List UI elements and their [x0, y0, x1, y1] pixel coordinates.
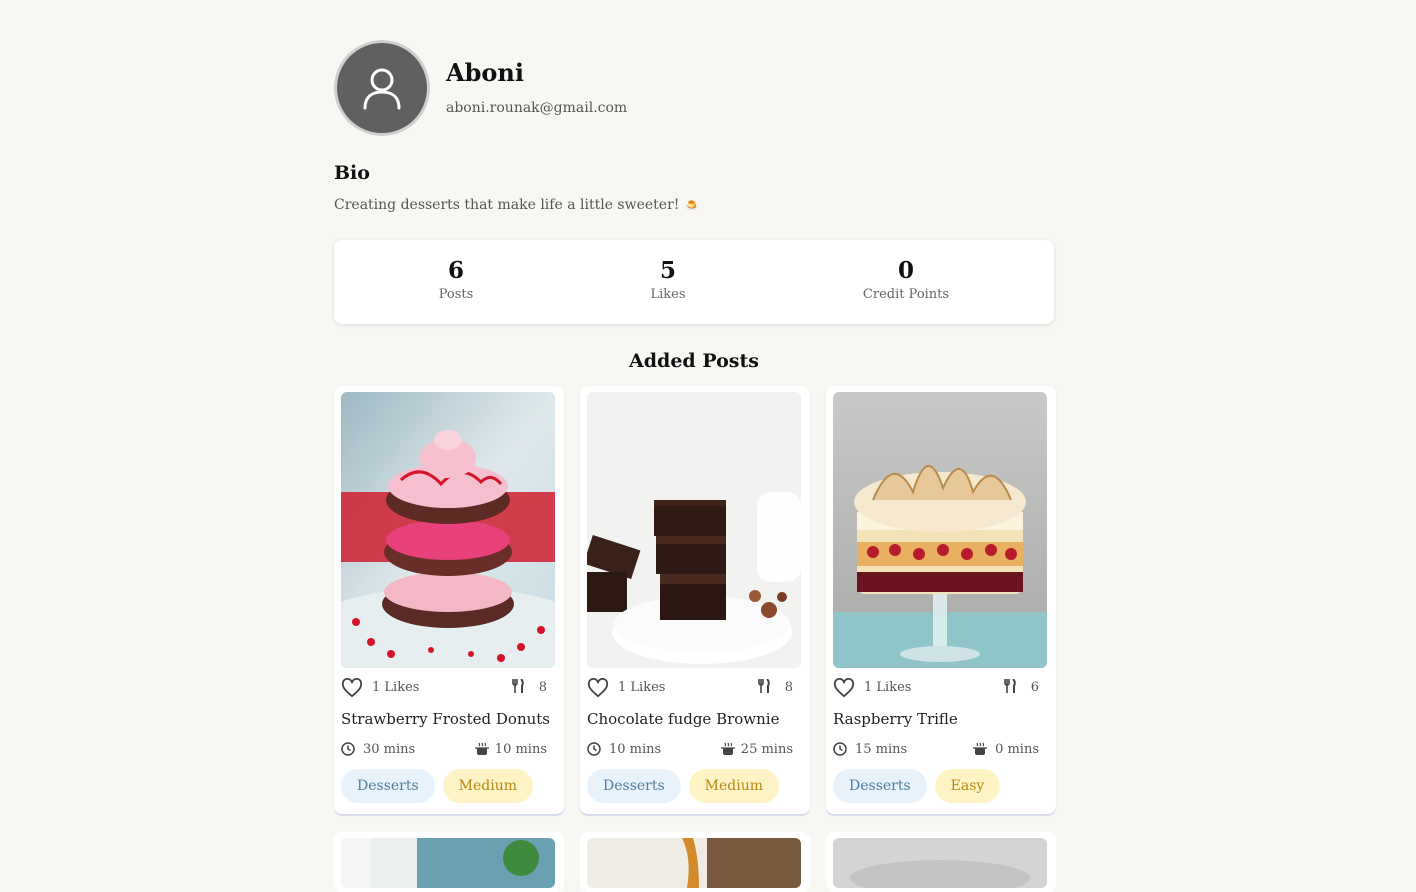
post-card-partial[interactable] [826, 832, 1056, 892]
category-tag[interactable]: Desserts [341, 769, 435, 803]
stat-credit-points-value: 0 [897, 257, 914, 284]
post-cook-time: 10 mins [494, 742, 547, 757]
category-tag[interactable]: Desserts [833, 769, 927, 803]
post-times: 10 mins 25 mins [587, 741, 793, 759]
post-title[interactable]: Chocolate fudge Brownie [587, 710, 779, 728]
post-card[interactable]: 1 Likes 6 Raspberry Trifle 15 mins 0 min… [826, 386, 1056, 814]
post-meta: 1 Likes 8 [341, 678, 547, 698]
bio-text-content: Creating desserts that make life a littl… [334, 197, 680, 213]
post-cook-time: 25 mins [740, 742, 793, 757]
post-times: 15 mins 0 mins [833, 741, 1039, 759]
fork-knife-icon [758, 679, 770, 693]
post-prep-time: 10 mins [609, 742, 662, 757]
post-servings: 8 [538, 680, 547, 695]
stat-likes: 5 Likes [588, 256, 748, 302]
post-servings: 8 [784, 680, 793, 695]
stat-posts-value: 6 [447, 257, 464, 284]
post-tags: Desserts Medium [341, 769, 534, 803]
post-meta: 1 Likes 6 [833, 678, 1039, 698]
post-times: 30 mins 10 mins [341, 741, 547, 759]
cooking-pot-icon [973, 742, 987, 755]
avatar [334, 40, 430, 136]
post-title[interactable]: Strawberry Frosted Donuts [341, 710, 550, 728]
post-likes: 1 Likes [372, 680, 420, 695]
custard-emoji: 🍮 [685, 199, 700, 212]
user-icon [363, 68, 401, 110]
profile-header: Aboni aboni.rounak@gmail.com [334, 40, 1054, 136]
profile-email: aboni.rounak@gmail.com [446, 100, 628, 116]
stat-credit-points-label: Credit Points [862, 287, 950, 302]
cooking-pot-icon [721, 742, 735, 755]
profile-name: Aboni [446, 58, 524, 87]
post-servings: 6 [1030, 680, 1039, 695]
heart-icon[interactable] [833, 678, 855, 698]
post-image[interactable] [341, 838, 555, 888]
difficulty-tag[interactable]: Medium [688, 769, 780, 803]
difficulty-tag[interactable]: Medium [442, 769, 534, 803]
post-card-partial[interactable] [580, 832, 810, 892]
post-likes: 1 Likes [864, 680, 912, 695]
post-image[interactable] [833, 838, 1047, 888]
fork-knife-icon [1004, 679, 1016, 693]
stat-likes-value: 5 [659, 257, 676, 284]
stat-credit-points: 0 Credit Points [826, 256, 986, 302]
stat-posts: 6 Posts [376, 256, 536, 302]
stat-likes-label: Likes [650, 287, 686, 302]
stat-posts-label: Posts [438, 287, 474, 302]
fork-knife-icon [512, 679, 524, 693]
section-title: Added Posts [629, 350, 759, 372]
post-meta: 1 Likes 8 [587, 678, 793, 698]
post-image[interactable] [587, 838, 801, 888]
difficulty-tag[interactable]: Easy [934, 769, 1001, 803]
post-image[interactable] [587, 392, 801, 668]
post-card[interactable]: 1 Likes 8 Strawberry Frosted Donuts 30 m… [334, 386, 564, 814]
post-cook-time: 0 mins [995, 742, 1039, 757]
post-likes: 1 Likes [618, 680, 666, 695]
post-tags: Desserts Easy [833, 769, 1001, 803]
heart-icon[interactable] [341, 678, 363, 698]
post-title[interactable]: Raspberry Trifle [833, 710, 958, 728]
post-image[interactable] [341, 392, 555, 668]
clock-icon [341, 742, 355, 756]
bio-text: Creating desserts that make life a littl… [334, 197, 699, 213]
post-card-partial[interactable] [334, 832, 564, 892]
post-prep-time: 15 mins [855, 742, 908, 757]
post-tags: Desserts Medium [587, 769, 780, 803]
bio-heading: Bio [334, 162, 370, 184]
cooking-pot-icon [475, 742, 489, 755]
category-tag[interactable]: Desserts [587, 769, 681, 803]
stats-panel: 6 Posts 5 Likes 0 Credit Points [334, 240, 1054, 324]
post-card[interactable]: 1 Likes 8 Chocolate fudge Brownie 10 min… [580, 386, 810, 814]
heart-icon[interactable] [587, 678, 609, 698]
clock-icon [587, 742, 601, 756]
post-prep-time: 30 mins [363, 742, 416, 757]
clock-icon [833, 742, 847, 756]
post-image[interactable] [833, 392, 1047, 668]
